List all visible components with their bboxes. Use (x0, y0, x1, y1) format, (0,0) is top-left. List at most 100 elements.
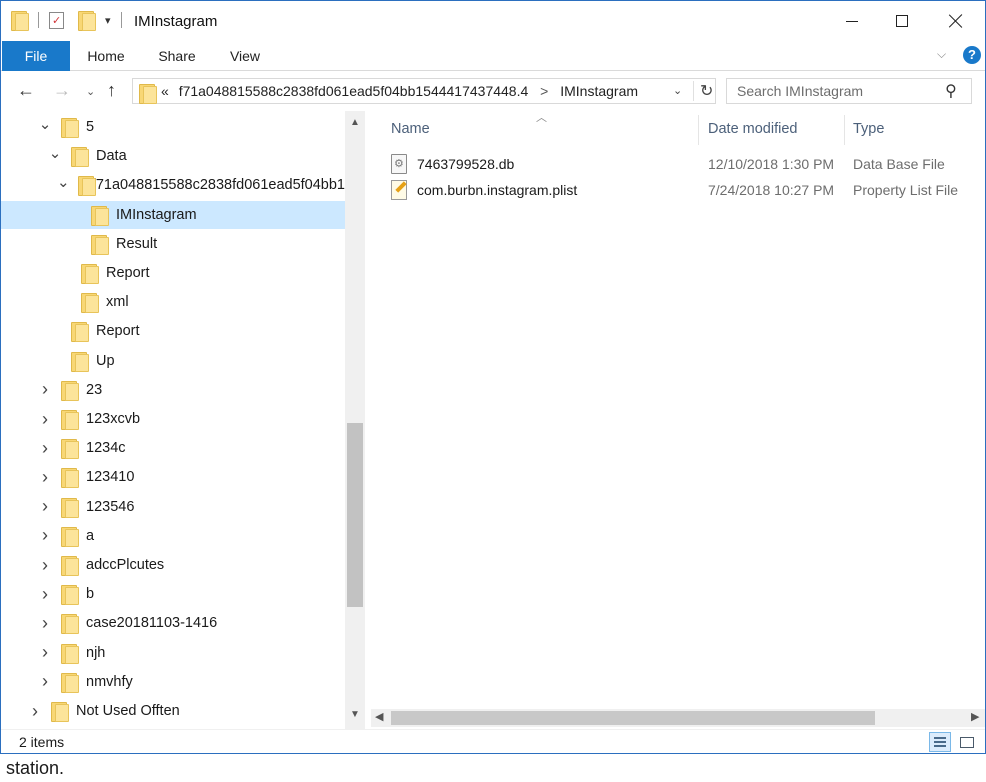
tree-item[interactable]: ⌄ 5 (1, 113, 345, 141)
forward-arrow-icon[interactable]: → (53, 80, 71, 101)
tab-view[interactable]: View (221, 41, 269, 71)
chevron-right-icon[interactable]: › (37, 467, 53, 488)
scroll-right-chevron-icon[interactable]: ▶ (971, 710, 979, 723)
chevron-right-icon[interactable]: › (37, 613, 53, 634)
tree-item[interactable]: Report (1, 259, 345, 287)
tree-item[interactable]: ⌄ f71a048815588c2838fd061ead5f04bb1 (1, 171, 345, 199)
file-row[interactable]: com.burbn.instagram.plist 7/24/2018 10:2… (385, 177, 985, 203)
breadcrumb-overflow[interactable]: « (161, 83, 169, 99)
tree-item-label: 123410 (86, 469, 135, 486)
scroll-up-chevron-icon[interactable]: ▲ (345, 117, 365, 128)
breadcrumb-segment[interactable]: f71a048815588c2838fd061ead5f04bb15444174… (179, 83, 529, 99)
chevron-right-icon[interactable]: › (37, 438, 53, 459)
file-date-modified: 12/10/2018 1:30 PM (708, 156, 835, 172)
tree-item[interactable]: › case20181103-1416 (1, 609, 345, 637)
tree-item[interactable]: xml (1, 288, 345, 316)
tree-item[interactable]: Result (1, 230, 345, 258)
maximize-icon (896, 15, 908, 27)
file-name: 7463799528.db (417, 156, 515, 172)
details-view-button[interactable] (929, 732, 951, 752)
tree-item[interactable]: › 1234c (1, 434, 345, 462)
breadcrumb-segment[interactable]: IMInstagram (560, 83, 638, 99)
breadcrumb-separator-icon[interactable]: > (540, 83, 548, 99)
item-count: 2 items (19, 734, 65, 750)
tree-item-label: f71a048815588c2838fd061ead5f04bb1 (91, 177, 345, 194)
chevron-down-icon[interactable]: ⌄ (57, 173, 70, 191)
tree-item-label: Report (96, 323, 140, 340)
tree-item[interactable]: › b (1, 580, 345, 608)
chevron-right-icon[interactable]: › (37, 671, 53, 692)
address-dropdown-chevron-icon[interactable]: ⌄ (673, 84, 682, 97)
recent-locations-chevron-icon[interactable]: ⌄ (86, 85, 95, 98)
close-button[interactable] (931, 1, 981, 41)
folder-icon (61, 380, 79, 401)
tree-item[interactable]: ⌄ Data (1, 142, 345, 170)
search-box[interactable]: ⚲ (726, 78, 972, 104)
scroll-down-chevron-icon[interactable]: ▼ (345, 709, 365, 720)
window-title: IMInstagram (134, 13, 218, 30)
help-icon[interactable]: ? (963, 46, 981, 64)
tree-item[interactable]: Up (1, 347, 345, 375)
search-icon[interactable]: ⚲ (945, 81, 957, 101)
column-divider[interactable] (844, 115, 845, 145)
expand-ribbon-chevron-icon[interactable]: ⌵ (937, 47, 946, 62)
tree-item[interactable]: › 23 (1, 376, 345, 404)
chevron-right-icon[interactable]: › (37, 584, 53, 605)
new-folder-icon[interactable] (78, 10, 96, 31)
refresh-icon[interactable]: ↻ (693, 81, 713, 101)
scrollbar-thumb[interactable] (391, 711, 875, 725)
tree-item[interactable]: › 123410 (1, 463, 345, 491)
tab-share[interactable]: Share (151, 41, 203, 71)
file-row[interactable]: 7463799528.db 12/10/2018 1:30 PM Data Ba… (385, 151, 985, 177)
tree-item[interactable]: › nmvhfy (1, 668, 345, 696)
tree-item[interactable]: Report (1, 317, 345, 345)
column-header-date-modified[interactable]: Date modified (708, 111, 797, 147)
tree-item[interactable]: › adccPlcutes (1, 551, 345, 579)
column-header-name[interactable]: Name (391, 111, 430, 147)
chevron-right-icon[interactable]: › (37, 409, 53, 430)
file-list-horizontal-scrollbar[interactable]: ◀ ▶ (371, 709, 985, 727)
back-arrow-icon[interactable]: ← (17, 80, 35, 101)
folder-icon (61, 526, 79, 547)
folder-icon (61, 467, 79, 489)
chevron-right-icon[interactable]: › (37, 379, 53, 400)
tree-item[interactable]: › 123546 (1, 493, 345, 521)
tree-item-label: Result (116, 235, 158, 252)
scroll-left-chevron-icon[interactable]: ◀ (375, 710, 383, 723)
column-divider[interactable] (698, 115, 699, 145)
maximize-button[interactable] (877, 1, 927, 41)
tab-file[interactable]: File (2, 41, 70, 71)
navigation-pane-scrollbar[interactable]: ▲ ▼ (345, 111, 365, 729)
tree-item[interactable]: › a (1, 522, 345, 550)
folder-icon (61, 643, 79, 664)
chevron-right-icon[interactable]: › (27, 701, 43, 722)
address-bar[interactable]: « f71a048815588c2838fd061ead5f04bb154441… (132, 78, 716, 104)
title-bar: ✓ ▾ IMInstagram (1, 1, 985, 41)
large-icons-view-button[interactable] (956, 732, 978, 752)
tree-item-label: a (86, 527, 95, 544)
chevron-down-icon[interactable]: ⌄ (37, 115, 53, 133)
folder-icon (81, 263, 99, 284)
file-date-modified: 7/24/2018 10:27 PM (708, 182, 835, 198)
navigation-pane: ⌄ 5 ⌄ Data ⌄ f71a048815588c2838fd061ead5f04bb… (1, 111, 365, 729)
up-arrow-icon[interactable]: ↑ (107, 80, 116, 101)
minimize-button[interactable] (827, 1, 877, 41)
folder-icon (71, 146, 89, 168)
column-header-type[interactable]: Type (853, 111, 884, 147)
chevron-right-icon[interactable]: › (37, 555, 53, 576)
tree-item[interactable]: › njh (1, 639, 345, 667)
tab-home[interactable]: Home (79, 41, 133, 71)
customize-toolbar-icon[interactable]: ▾ (105, 14, 111, 27)
chevron-right-icon[interactable]: › (37, 496, 53, 517)
search-input[interactable] (727, 79, 937, 103)
tree-item[interactable]: IMInstagram (1, 200, 345, 229)
scrollbar-thumb[interactable] (347, 423, 363, 607)
chevron-right-icon[interactable]: › (37, 525, 53, 546)
properties-icon[interactable]: ✓ (49, 11, 64, 29)
sort-ascending-icon: ︿ (536, 112, 547, 124)
chevron-down-icon[interactable]: ⌄ (47, 144, 63, 162)
tree-item[interactable]: › 123xcvb (1, 405, 345, 433)
tree-item[interactable]: › Not Used Offten (1, 697, 345, 725)
tree-item-label: Report (106, 265, 150, 281)
chevron-right-icon[interactable]: › (37, 642, 53, 663)
